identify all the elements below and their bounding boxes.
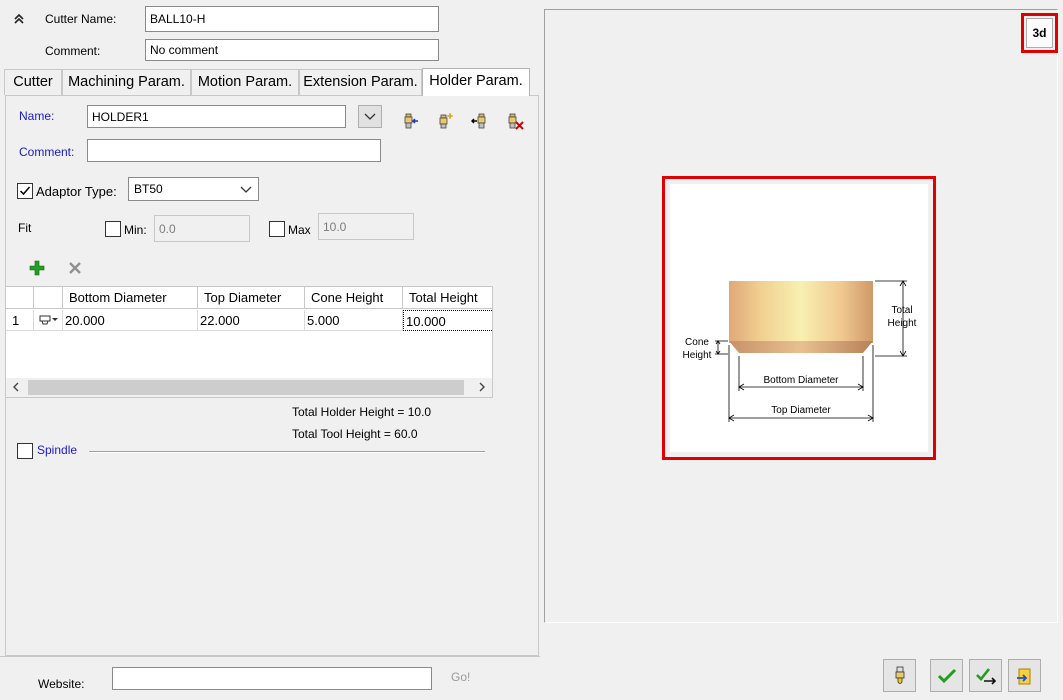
fit-min-input[interactable] xyxy=(154,215,250,242)
diagram-cone-label: Cone xyxy=(685,337,709,348)
measure-tool-button[interactable] xyxy=(883,659,916,692)
website-label: Website: xyxy=(38,677,85,691)
footer-separator xyxy=(0,656,540,657)
grid-horizontal-scrollbar[interactable] xyxy=(6,378,492,397)
row-cone-height[interactable]: 5.000 xyxy=(305,310,403,331)
go-link[interactable]: Go! xyxy=(451,670,470,684)
chevron-down-icon xyxy=(364,113,376,120)
tab-extension-param[interactable]: Extension Param. xyxy=(299,69,422,95)
import-holder-button[interactable] xyxy=(399,110,421,132)
chevron-right-icon xyxy=(479,382,485,392)
total-tool-height-text: Total Tool Height = 60.0 xyxy=(292,427,418,441)
chevron-down-icon xyxy=(240,186,252,193)
ok-button[interactable] xyxy=(930,659,963,692)
probe-icon xyxy=(895,666,904,684)
diagram-bottom-diameter-label: Bottom Diameter xyxy=(763,375,839,386)
double-chevron-up-icon xyxy=(14,13,24,24)
holder-delete-icon xyxy=(508,113,524,130)
fit-max-label: Max xyxy=(288,223,311,237)
spindle-label: Spindle xyxy=(37,443,78,457)
grid-header-cone-height[interactable]: Cone Height xyxy=(305,287,403,309)
grid-header-top-diameter[interactable]: Top Diameter xyxy=(198,287,305,309)
grid-header-bottom-diameter[interactable]: Bottom Diameter xyxy=(63,287,198,309)
cutter-name-label: Cutter Name: xyxy=(45,12,117,26)
scroll-right-button[interactable] xyxy=(472,378,492,397)
diagram-cone-height-label: Height xyxy=(683,350,712,361)
holder-export-icon xyxy=(471,113,486,129)
fit-min-checkbox[interactable] xyxy=(105,221,121,237)
cutter-comment-input[interactable] xyxy=(145,39,439,61)
scroll-thumb[interactable] xyxy=(28,380,464,395)
adaptor-type-select[interactable]: BT50 xyxy=(128,177,259,201)
adaptor-type-checkbox[interactable] xyxy=(17,183,33,199)
collapse-button[interactable] xyxy=(10,10,28,28)
cutter-comment-label: Comment: xyxy=(45,44,101,58)
holder-name-label: Name: xyxy=(19,109,55,123)
holder-name-input[interactable] xyxy=(87,105,346,128)
grid-header-total-height[interactable]: Total Height xyxy=(403,287,492,309)
total-holder-height-text: Total Holder Height = 10.0 xyxy=(292,405,432,419)
tab-cutter[interactable]: Cutter xyxy=(4,69,62,95)
fit-max-input[interactable] xyxy=(318,213,414,240)
plus-icon xyxy=(29,260,45,276)
spindle-separator xyxy=(89,451,485,453)
cutter-name-input[interactable] xyxy=(145,6,439,32)
checkmark-icon xyxy=(19,186,31,196)
holder-diagram: Total Height Cone Height Bottom Diameter… xyxy=(662,176,936,460)
diagram-total-height-label: Height xyxy=(888,318,917,329)
holder-diagram-drawing: Total Height Cone Height Bottom Diameter… xyxy=(670,184,928,452)
add-row-button[interactable] xyxy=(26,257,48,279)
diagram-total-label: Total xyxy=(891,305,912,316)
holder-segments-grid: Bottom Diameter Top Diameter Cone Height… xyxy=(5,286,493,398)
view-3d-label: 3d xyxy=(1026,18,1053,48)
fit-min-label: Min: xyxy=(124,223,147,237)
exit-button[interactable] xyxy=(1008,659,1041,692)
holder-import-icon xyxy=(404,113,418,129)
spindle-checkbox[interactable] xyxy=(17,443,33,459)
website-input[interactable] xyxy=(112,667,432,690)
adaptor-type-value: BT50 xyxy=(134,182,163,196)
delete-holder-button[interactable] xyxy=(504,110,526,132)
grid-header-type xyxy=(34,287,63,309)
adaptor-type-label: Adaptor Type: xyxy=(36,184,117,199)
tab-machining-param[interactable]: Machining Param. xyxy=(62,69,191,95)
chevron-left-icon xyxy=(13,382,19,392)
segment-type-icon xyxy=(39,315,58,325)
scroll-left-button[interactable] xyxy=(6,378,26,397)
row-total-height[interactable]: 10.000 xyxy=(403,310,492,331)
row-top-diameter[interactable]: 22.000 xyxy=(198,310,305,331)
delete-row-button[interactable] xyxy=(64,257,86,279)
holder-comment-input[interactable] xyxy=(87,139,381,162)
tab-holder-param[interactable]: Holder Param. xyxy=(422,68,530,96)
holder-name-dropdown-button[interactable] xyxy=(358,105,382,128)
fit-max-checkbox[interactable] xyxy=(269,221,285,237)
apply-button[interactable] xyxy=(969,659,1002,692)
row-bottom-diameter[interactable]: 20.000 xyxy=(63,310,198,331)
row-type-selector[interactable] xyxy=(34,310,63,331)
fit-label: Fit xyxy=(18,221,32,235)
check-arrow-icon xyxy=(975,667,996,685)
close-icon xyxy=(69,262,81,274)
checkmark-icon xyxy=(937,668,956,683)
holder-comment-label: Comment: xyxy=(19,145,75,159)
grid-header-index xyxy=(6,287,34,309)
holder-new-icon xyxy=(439,112,454,129)
tab-motion-param[interactable]: Motion Param. xyxy=(191,69,299,95)
new-holder-button[interactable] xyxy=(434,110,456,132)
row-index: 1 xyxy=(6,310,34,331)
view-3d-button[interactable]: 3d xyxy=(1021,13,1058,53)
save-holder-button[interactable] xyxy=(469,110,491,132)
exit-icon xyxy=(1016,668,1030,684)
diagram-top-diameter-label: Top Diameter xyxy=(771,405,831,416)
